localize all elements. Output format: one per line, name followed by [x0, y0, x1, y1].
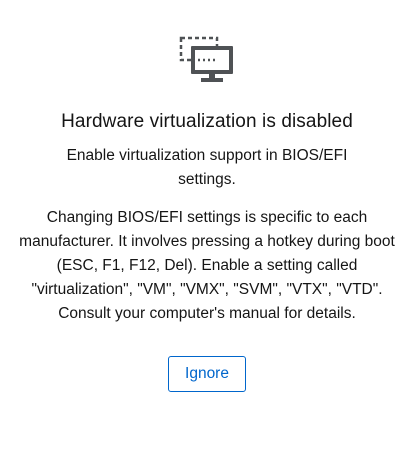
ignore-button[interactable]: Ignore: [168, 356, 246, 392]
details-text: Changing BIOS/EFI settings is specific t…: [19, 209, 395, 322]
virtualization-monitor-icon: [179, 36, 235, 84]
page-title: Hardware virtualization is disabled: [61, 111, 353, 132]
subtitle-text: Enable virtualization support in BIOS/EF…: [66, 147, 348, 188]
empty-state: Hardware virtualization is disabled Enab…: [0, 0, 414, 465]
